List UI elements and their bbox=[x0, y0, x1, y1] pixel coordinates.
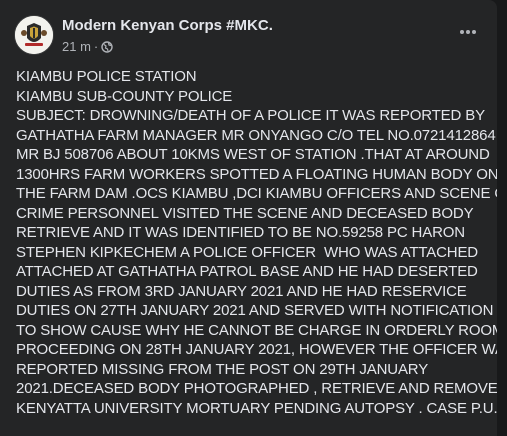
page-name[interactable]: Modern Kenyan Corps #MKC. bbox=[62, 17, 273, 34]
coat-of-arms-logo bbox=[15, 16, 53, 54]
post-body-line: DUTIES ON 27TH JANUARY 2021 AND SERVED W… bbox=[16, 302, 494, 319]
post-body-line: TO SHOW CAUSE WHY HE CANNOT BE CHARGE IN… bbox=[16, 321, 497, 339]
post-body-line: KENYATTA UNIVERSITY MORTUARY PENDING AUT… bbox=[16, 399, 497, 417]
meta-separator: · bbox=[93, 39, 99, 54]
more-options-button[interactable] bbox=[453, 19, 483, 45]
post-header: Modern Kenyan Corps #MKC. 21 m · bbox=[14, 15, 497, 59]
page-avatar[interactable] bbox=[14, 15, 54, 55]
post-body-line: STEPHEN KIPKECHEM A POLICE OFFICER WHO W… bbox=[16, 243, 478, 261]
post-body-line: DUTIES AS FROM 3RD JANUARY 2021 AND HE H… bbox=[16, 282, 467, 300]
post-body-line: KIAMBU SUB-COUNTY POLICE bbox=[16, 87, 233, 105]
post-body-line: SUBJECT: DROWNING/DEATH OF A POLICE IT W… bbox=[16, 107, 485, 124]
post-body-line: CRIME PERSONNEL VISITED THE SCENE AND DE… bbox=[16, 204, 474, 222]
post-body-line: 2021.DECEASED BODY PHOTOGRAPHED , RETRIE… bbox=[16, 380, 497, 397]
post-card: Modern Kenyan Corps #MKC. 21 m · KIAMBU P… bbox=[0, 0, 497, 436]
post-body-line: 1300HRS FARM WORKERS SPOTTED A FLOATING … bbox=[16, 165, 497, 183]
post-body-line: RETRIEVE AND IT WAS IDENTIFIED TO BE NO.… bbox=[16, 224, 465, 241]
post-body-line: GATHATHA FARM MANAGER MR ONYANGO C/O TEL… bbox=[16, 126, 496, 144]
post-body-line: KIAMBU POLICE STATION bbox=[16, 68, 197, 85]
post-body-text: KIAMBU POLICE STATION KIAMBU SUB-COUNTY P… bbox=[16, 67, 497, 418]
post-body-line: PROCEEDING ON 28TH JANUARY 2021, HOWEVER… bbox=[16, 341, 497, 358]
post-body-line: MR BJ 508706 ABOUT 10KMS WEST OF STATION… bbox=[16, 146, 490, 163]
globe-icon[interactable] bbox=[101, 41, 113, 56]
more-horizontal-icon bbox=[460, 30, 476, 34]
post-time[interactable]: 21 m bbox=[62, 39, 91, 54]
post-body-line: THE FARM DAM .OCS KIAMBU ,DCI KIAMBU OFF… bbox=[16, 185, 497, 202]
post-body-line: ATTACHED AT GATHATHA PATROL BASE AND HE … bbox=[16, 263, 478, 280]
post-body-line: REPORTED MISSING FROM THE POST ON 29TH J… bbox=[16, 360, 429, 378]
post-meta: 21 m · bbox=[62, 39, 113, 56]
